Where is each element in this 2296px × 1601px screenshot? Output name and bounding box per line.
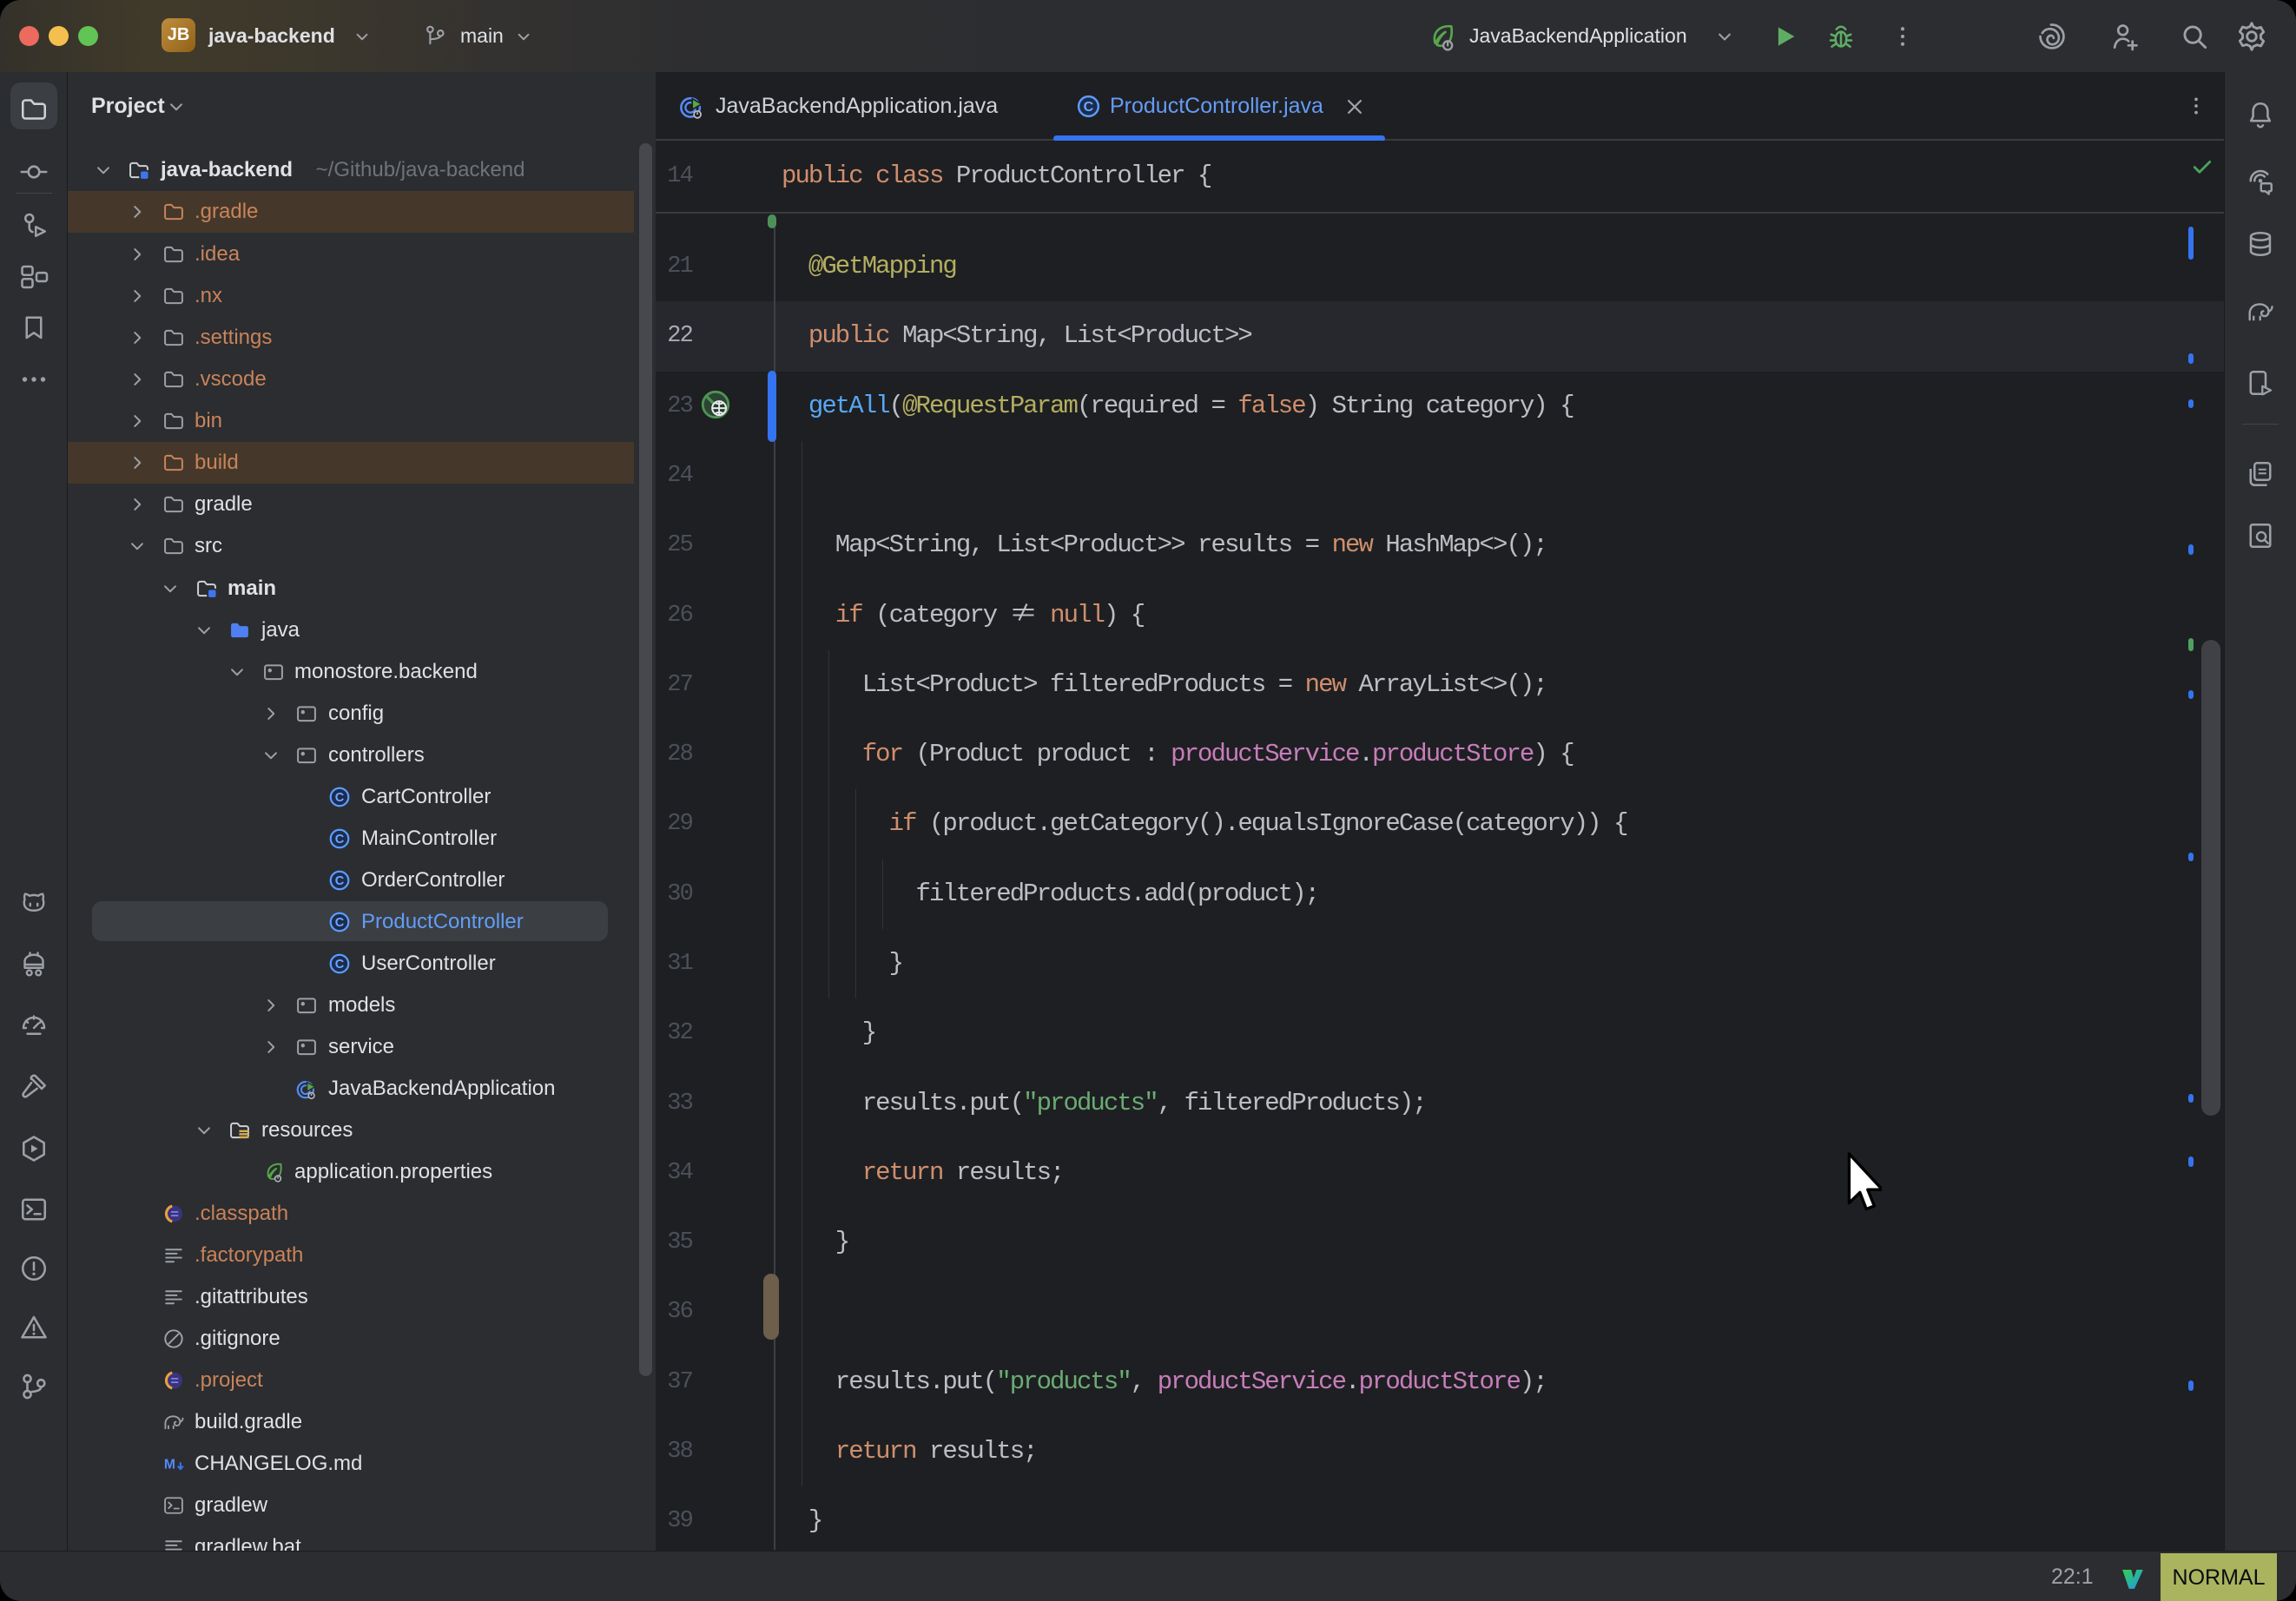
svg-text:C: C: [335, 791, 345, 805]
svg-text:C: C: [335, 916, 345, 930]
svg-text:C: C: [1084, 99, 1094, 115]
svg-text:C: C: [335, 874, 345, 888]
svg-text:C: C: [335, 958, 345, 972]
svg-text:C: C: [335, 833, 345, 847]
svg-text:M: M: [164, 1458, 175, 1473]
